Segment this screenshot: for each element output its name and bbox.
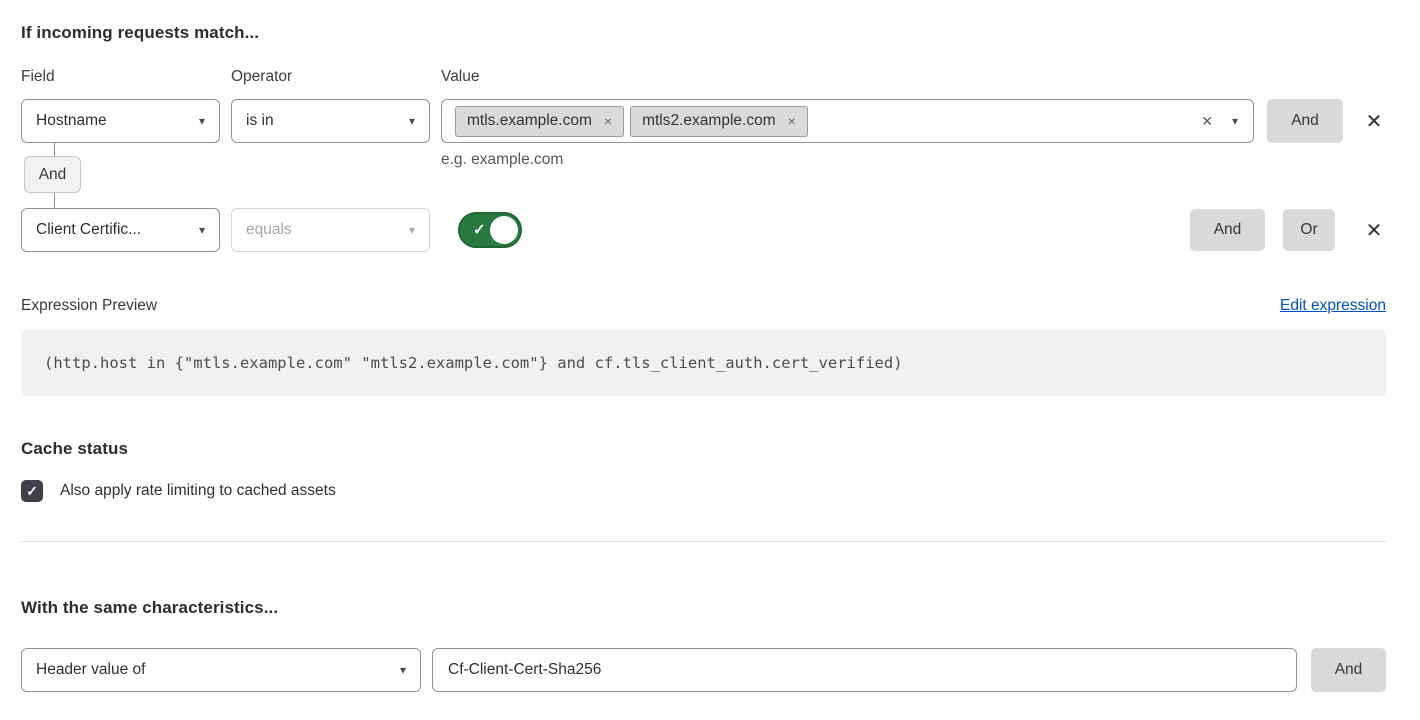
cache-checkbox-row: ✓ Also apply rate limiting to cached ass…: [21, 480, 1386, 502]
connector-zone: And e.g. example.com: [21, 143, 1386, 208]
append-or-button[interactable]: Or: [1283, 209, 1335, 251]
chevron-down-icon: ▾: [199, 115, 205, 127]
section-divider: [21, 541, 1386, 542]
characteristic-select-value: Header value of: [36, 661, 145, 679]
operator-select-disabled: equals ▾: [231, 208, 430, 252]
clear-values-icon[interactable]: ✕: [1201, 113, 1213, 130]
match-section-title: If incoming requests match...: [21, 23, 1386, 43]
append-and-button[interactable]: And: [1190, 209, 1265, 251]
condition-row-2: Client Certific... ▾ equals ▾ ✓ And Or ✕: [21, 208, 1386, 252]
value-chip: mtls2.example.com ×: [630, 106, 808, 137]
chip-remove-icon[interactable]: ×: [788, 113, 796, 129]
delete-condition-icon[interactable]: ✕: [1362, 218, 1386, 243]
characteristic-row: Header value of ▾ And: [21, 648, 1386, 692]
cached-assets-checkbox[interactable]: ✓: [21, 480, 43, 502]
value-multiselect[interactable]: mtls.example.com × mtls2.example.com × ✕…: [441, 99, 1254, 143]
chevron-down-icon: ▾: [409, 115, 415, 127]
field-select[interactable]: Hostname ▾: [21, 99, 220, 143]
value-input[interactable]: [808, 106, 1201, 136]
chip-remove-icon[interactable]: ×: [604, 113, 612, 129]
characteristics-title: With the same characteristics...: [21, 598, 1386, 618]
condition-labels-row: Field Operator Value: [21, 68, 1386, 86]
toggle-check-icon: ✓: [473, 221, 486, 239]
rule-builder-page: If incoming requests match... Field Oper…: [0, 0, 1420, 720]
chevron-down-icon: ▾: [199, 224, 205, 236]
field-select-value: Client Certific...: [36, 221, 141, 239]
field-label: Field: [21, 68, 231, 86]
chevron-down-icon: ▾: [400, 664, 406, 676]
add-characteristic-and-button[interactable]: And: [1311, 648, 1386, 692]
expression-code: (http.host in {"mtls.example.com" "mtls2…: [21, 330, 1386, 396]
checkbox-check-icon: ✓: [26, 483, 38, 500]
delete-condition-icon[interactable]: ✕: [1362, 99, 1386, 143]
value-chip-text: mtls2.example.com: [642, 112, 776, 130]
field-select[interactable]: Client Certific... ▾: [21, 208, 220, 252]
value-chip-text: mtls.example.com: [467, 112, 592, 130]
operator-select-placeholder: equals: [246, 221, 292, 239]
operator-select-value: is in: [246, 112, 274, 130]
operator-label: Operator: [231, 68, 441, 86]
expression-preview-header: Expression Preview Edit expression: [21, 297, 1386, 315]
operator-select[interactable]: is in ▾: [231, 99, 430, 143]
cache-status-title: Cache status: [21, 439, 1386, 459]
cached-assets-label: Also apply rate limiting to cached asset…: [60, 482, 336, 500]
expression-preview-label: Expression Preview: [21, 297, 157, 315]
characteristic-select[interactable]: Header value of ▾: [21, 648, 421, 692]
condition-row-1: Hostname ▾ is in ▾ mtls.example.com × mt…: [21, 99, 1386, 143]
value-label: Value: [441, 68, 480, 86]
multiselect-controls: ✕ ▾: [1201, 113, 1238, 130]
condition-connector-and-button[interactable]: And: [24, 156, 81, 193]
toggle-knob: [490, 216, 518, 244]
cert-verified-toggle[interactable]: ✓: [458, 212, 522, 248]
value-chip: mtls.example.com ×: [455, 106, 624, 137]
value-helper-text: e.g. example.com: [441, 151, 563, 169]
field-select-value: Hostname: [36, 112, 107, 130]
append-and-button[interactable]: And: [1267, 99, 1343, 143]
edit-expression-link[interactable]: Edit expression: [1280, 297, 1386, 315]
chevron-down-icon: ▾: [409, 224, 415, 236]
header-name-input[interactable]: [432, 648, 1297, 692]
chevron-down-icon[interactable]: ▾: [1232, 115, 1238, 127]
